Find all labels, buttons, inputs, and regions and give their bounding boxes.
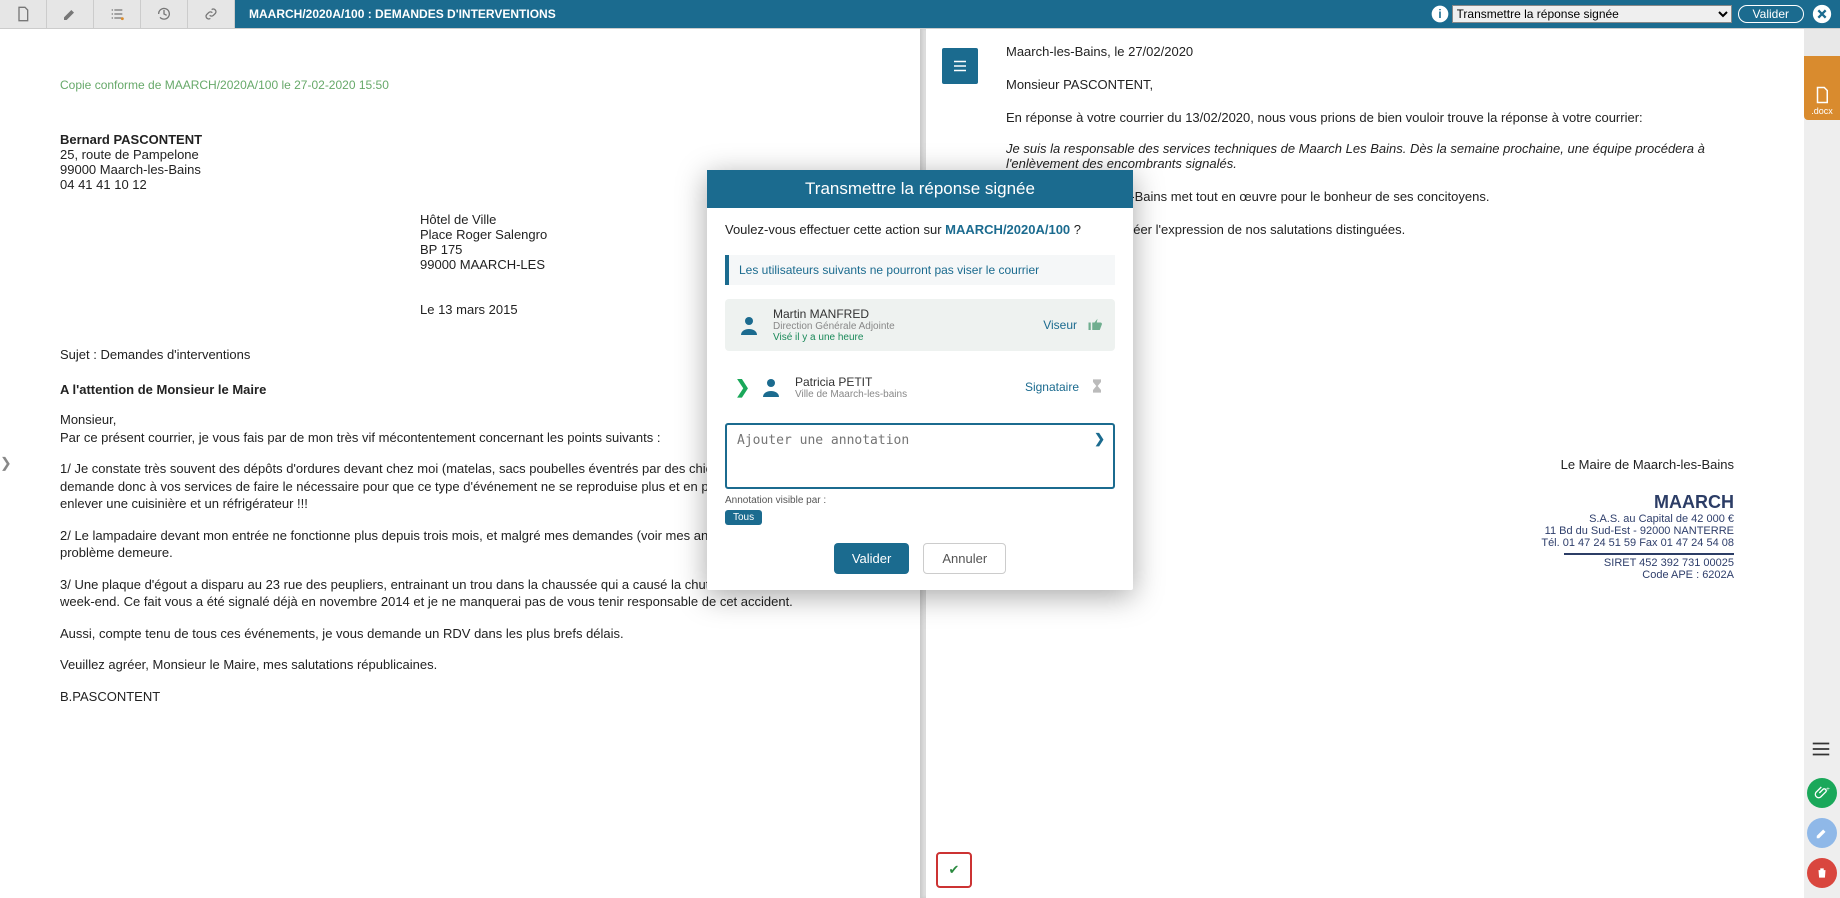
- doc-icon[interactable]: [0, 0, 47, 28]
- close-icon[interactable]: [1810, 2, 1834, 26]
- topbar-right: i Transmettre la réponse signée Valider: [1428, 0, 1840, 28]
- modal-confirm-text: Voulez-vous effectuer cette action sur M…: [725, 222, 1115, 237]
- modal-warning: Les utilisateurs suivants ne pourront pa…: [725, 255, 1115, 285]
- user-role: Viseur: [1043, 318, 1077, 332]
- visibility-all-chip[interactable]: Tous: [725, 510, 762, 525]
- info-icon[interactable]: i: [1428, 2, 1452, 26]
- valider-button[interactable]: Valider: [834, 543, 910, 574]
- user-icon: [735, 311, 763, 339]
- user-name: Martin MANFRED: [773, 307, 1043, 321]
- history-icon[interactable]: [141, 0, 188, 28]
- valider-button[interactable]: Valider: [1738, 5, 1804, 23]
- annotation-field[interactable]: ❯: [725, 423, 1115, 489]
- list-icon[interactable]: [94, 0, 141, 28]
- chevron-right-icon: ❯: [735, 377, 751, 398]
- hourglass-icon: [1089, 378, 1105, 397]
- chevron-right-icon[interactable]: ❯: [1094, 431, 1105, 447]
- user-sub: Direction Générale Adjointe: [773, 321, 1043, 332]
- annotation-textarea[interactable]: [735, 431, 1109, 485]
- topbar: MAARCH/2020A/100 : DEMANDES D'INTERVENTI…: [0, 0, 1840, 29]
- modal-title: Transmettre la réponse signée: [707, 170, 1133, 208]
- user-row: Martin MANFRED Direction Générale Adjoin…: [725, 299, 1115, 351]
- user-icon: [757, 373, 785, 401]
- user-visa: Visé il y a une heure: [773, 332, 1043, 343]
- svg-text:i: i: [1438, 8, 1441, 21]
- user-row: ❯ Patricia PETIT Ville de Maarch-les-bai…: [725, 365, 1115, 409]
- edit-icon[interactable]: [47, 0, 94, 28]
- modal: Transmettre la réponse signée Voulez-vou…: [707, 170, 1133, 590]
- annuler-button[interactable]: Annuler: [923, 543, 1006, 574]
- link-icon[interactable]: [188, 0, 235, 28]
- breadcrumb: MAARCH/2020A/100 : DEMANDES D'INTERVENTI…: [235, 0, 1428, 28]
- thumbs-up-icon: [1087, 315, 1105, 336]
- action-select[interactable]: Transmettre la réponse signée: [1452, 5, 1732, 23]
- user-sub: Ville de Maarch-les-bains: [795, 389, 1025, 400]
- user-role: Signataire: [1025, 380, 1079, 394]
- user-name: Patricia PETIT: [795, 375, 1025, 389]
- visibility-label: Annotation visible par :: [725, 495, 1115, 506]
